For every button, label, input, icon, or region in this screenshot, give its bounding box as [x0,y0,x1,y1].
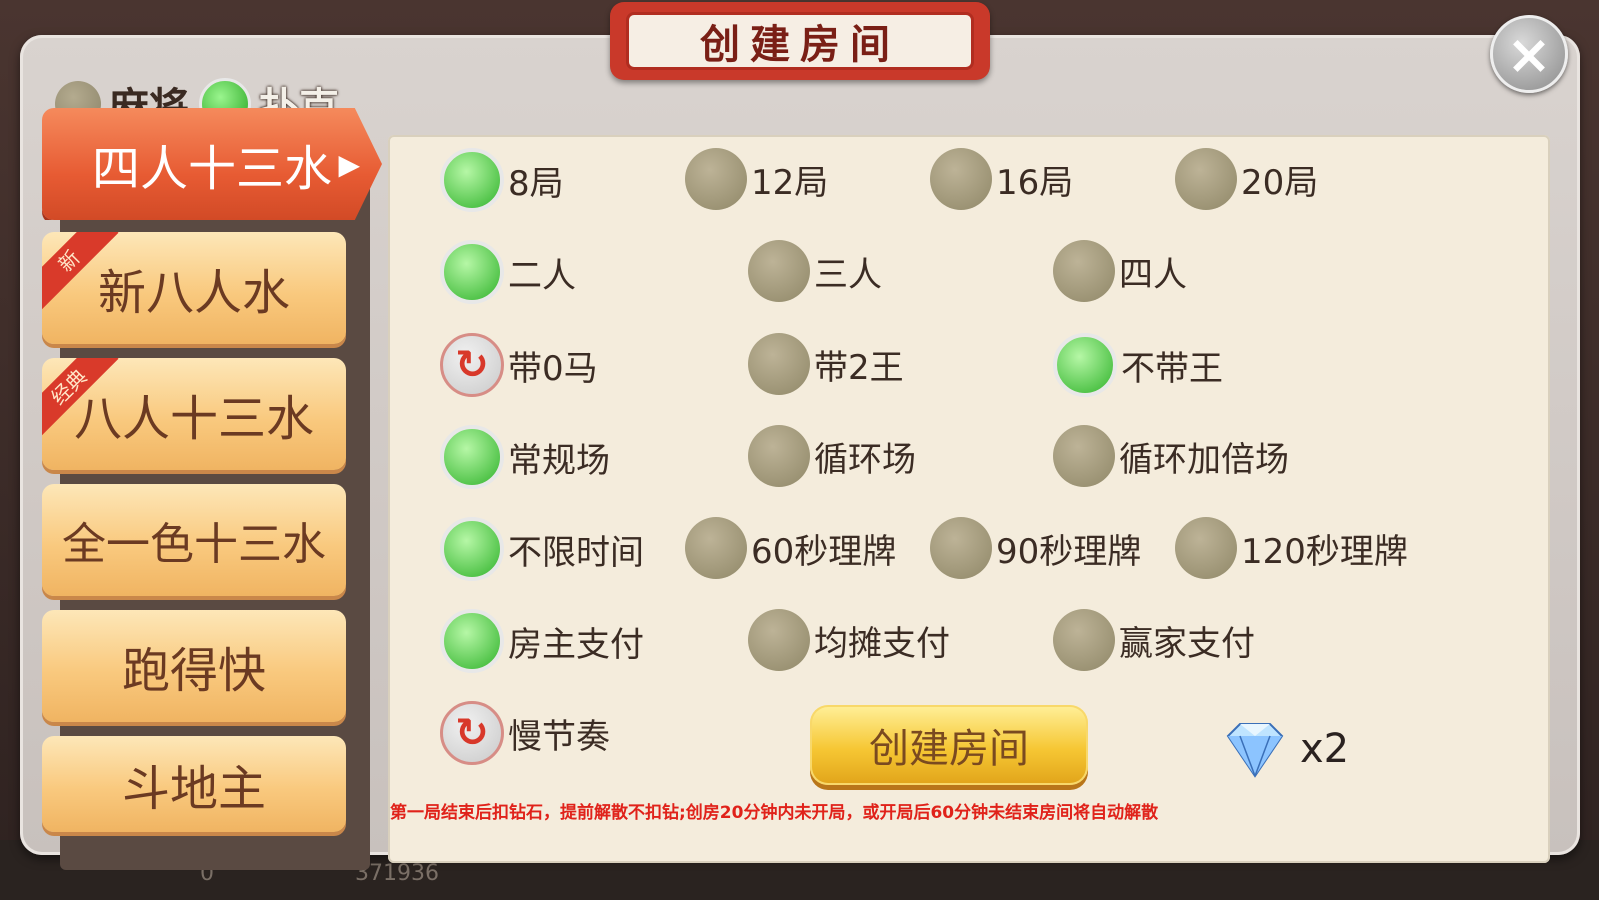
radio-icon [748,333,810,395]
radio-icon [685,517,747,579]
radio-icon [1053,425,1115,487]
game-button-four-player-13[interactable]: 四人十三水 ▶ [42,108,382,220]
option-rounds-20[interactable]: 20局 [1175,148,1318,210]
option-pay-winner[interactable]: 赢家支付 [1053,609,1255,671]
game-button-dou-di-zhu[interactable]: 斗地主 [42,736,346,832]
radio-selected-icon [1053,333,1117,397]
option-players-4[interactable]: 四人 [1053,240,1187,302]
option-time-unlimited[interactable]: 不限时间 [440,517,644,581]
dialog-title: 创建房间 [700,21,900,68]
radio-selected-icon [440,240,504,304]
radio-selected-icon [440,609,504,673]
close-button[interactable]: × [1490,15,1568,93]
game-button-run-fast[interactable]: 跑得快 [42,610,346,722]
arrow-right-icon: ▶ [338,148,360,181]
radio-icon [748,240,810,302]
game-button-new-8-player[interactable]: 新 新八人水 [42,232,346,344]
option-no-jokers[interactable]: 不带王 [1053,333,1223,397]
option-pay-host[interactable]: 房主支付 [440,609,644,673]
option-mode-loop-double[interactable]: 循环加倍场 [1053,425,1289,487]
option-speed[interactable]: 慢节奏 [440,701,610,765]
radio-selected-icon [440,517,504,581]
option-rounds-12[interactable]: 12局 [685,148,828,210]
radio-icon [685,148,747,210]
radio-selected-icon [440,148,504,212]
radio-icon [748,609,810,671]
radio-icon [1175,517,1237,579]
game-button-same-suit-13[interactable]: 全一色十三水 [42,484,346,596]
radio-icon [1175,148,1237,210]
radio-icon [1053,240,1115,302]
option-time-60s[interactable]: 60秒理牌 [685,517,896,579]
dialog-title-plate: 创建房间 [610,2,990,80]
option-mode-loop[interactable]: 循环场 [748,425,916,487]
radio-selected-icon [440,425,504,489]
room-notice: 第一局结束后扣钻石，提前解散不扣钻;创房20分钟内未开局，或开局后60分钟未结束… [390,803,1159,823]
radio-icon [1053,609,1115,671]
radio-icon [748,425,810,487]
create-room-button[interactable]: 创建房间 [810,705,1088,785]
option-time-90s[interactable]: 90秒理牌 [930,517,1141,579]
option-time-120s[interactable]: 120秒理牌 [1175,517,1408,579]
option-rounds-16[interactable]: 16局 [930,148,1073,210]
game-button-8-player-13[interactable]: 经典 八人十三水 [42,358,346,470]
radio-icon [930,148,992,210]
option-mode-regular[interactable]: 常规场 [440,425,610,489]
option-players-3[interactable]: 三人 [748,240,882,302]
option-pay-split[interactable]: 均摊支付 [748,609,950,671]
option-two-jokers[interactable]: 带2王 [748,333,904,395]
option-rounds-8[interactable]: 8局 [440,148,564,212]
diamond-icon [1226,723,1284,778]
cost-multiplier: x2 [1300,726,1350,772]
radio-icon [930,517,992,579]
close-icon: × [1506,22,1552,86]
cycle-icon [440,333,504,397]
option-players-2[interactable]: 二人 [440,240,576,304]
cycle-icon [440,701,504,765]
option-horse-count[interactable]: 带0马 [440,333,598,397]
